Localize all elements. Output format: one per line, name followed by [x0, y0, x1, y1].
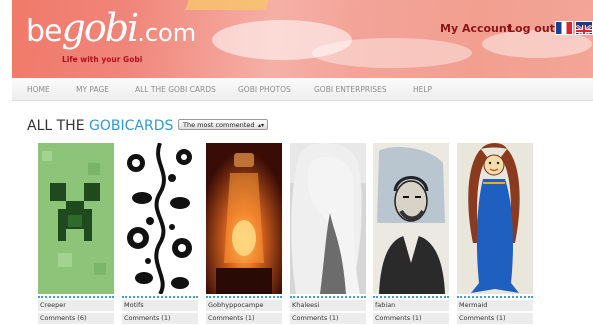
card-comments[interactable]: Comments (1) [206, 313, 282, 324]
card-title[interactable]: Mermaid [457, 300, 533, 311]
card-comments[interactable]: Comments (1) [122, 313, 198, 324]
header-cloud [312, 38, 472, 68]
gobi-card[interactable]: Motifs Comments (1) [122, 141, 198, 325]
nav-help[interactable]: HELP [413, 85, 432, 94]
card-thumbnail[interactable] [290, 143, 366, 294]
gobi-card[interactable]: Creeper Comments (6) [38, 141, 114, 325]
card-comments[interactable]: Comments (1) [373, 313, 449, 324]
site-tagline: Life with your Gobi [62, 55, 143, 64]
nav-gobi-enterprises[interactable]: GOBI ENTERPRISES [314, 85, 387, 94]
card-comments[interactable]: Comments (6) [38, 313, 114, 324]
card-thumbnail[interactable] [122, 143, 198, 294]
gobi-card[interactable]: Khaleesi Comments (1) [290, 141, 366, 325]
site-logo[interactable]: begobi.com [26, 6, 196, 50]
card-title[interactable]: Gobhyppocampe [206, 300, 282, 311]
nav-all-gobi-cards[interactable]: ALL THE GOBI CARDS [135, 85, 216, 94]
card-divider [290, 296, 366, 298]
card-thumbnail[interactable] [373, 143, 449, 294]
card-divider [206, 296, 282, 298]
card-title[interactable]: Motifs [122, 300, 198, 311]
sort-select-value: The most commented [183, 121, 255, 129]
gobi-card[interactable]: Gobhyppocampe Comments (1) [206, 141, 282, 325]
sort-select[interactable]: The most commented ▴▾ [178, 119, 268, 130]
card-divider [38, 296, 114, 298]
gobi-card[interactable]: fabian Comments (1) [373, 141, 449, 325]
card-thumbnail[interactable] [457, 143, 533, 294]
card-comments[interactable]: Comments (1) [457, 313, 533, 324]
log-out-link[interactable]: Log out [508, 22, 555, 35]
gobi-card[interactable]: Mermaid Comments (1) [457, 141, 533, 325]
card-title[interactable]: Creeper [38, 300, 114, 311]
nav-home[interactable]: HOME [27, 85, 50, 94]
uk-flag-icon[interactable] [575, 21, 593, 35]
main-nav: HOME MY PAGE ALL THE GOBI CARDS GOBI PHO… [12, 78, 593, 101]
card-thumbnail[interactable] [206, 143, 282, 294]
card-comments[interactable]: Comments (1) [290, 313, 366, 324]
nav-my-page[interactable]: MY PAGE [76, 85, 109, 94]
french-flag-icon[interactable] [555, 21, 573, 35]
nav-gobi-photos[interactable]: GOBI PHOTOS [238, 85, 291, 94]
card-divider [373, 296, 449, 298]
card-divider [122, 296, 198, 298]
site-header: begobi.com Life with your Gobi My Accoun… [12, 0, 593, 78]
card-thumbnail[interactable] [38, 143, 114, 294]
card-title[interactable]: fabian [373, 300, 449, 311]
card-title[interactable]: Khaleesi [290, 300, 366, 311]
card-divider [457, 296, 533, 298]
my-account-link[interactable]: My Account [440, 22, 512, 35]
select-arrows-icon: ▴▾ [257, 122, 264, 129]
page-title: ALL THE GOBICARDS [27, 118, 174, 134]
header-stripe [185, 0, 269, 10]
